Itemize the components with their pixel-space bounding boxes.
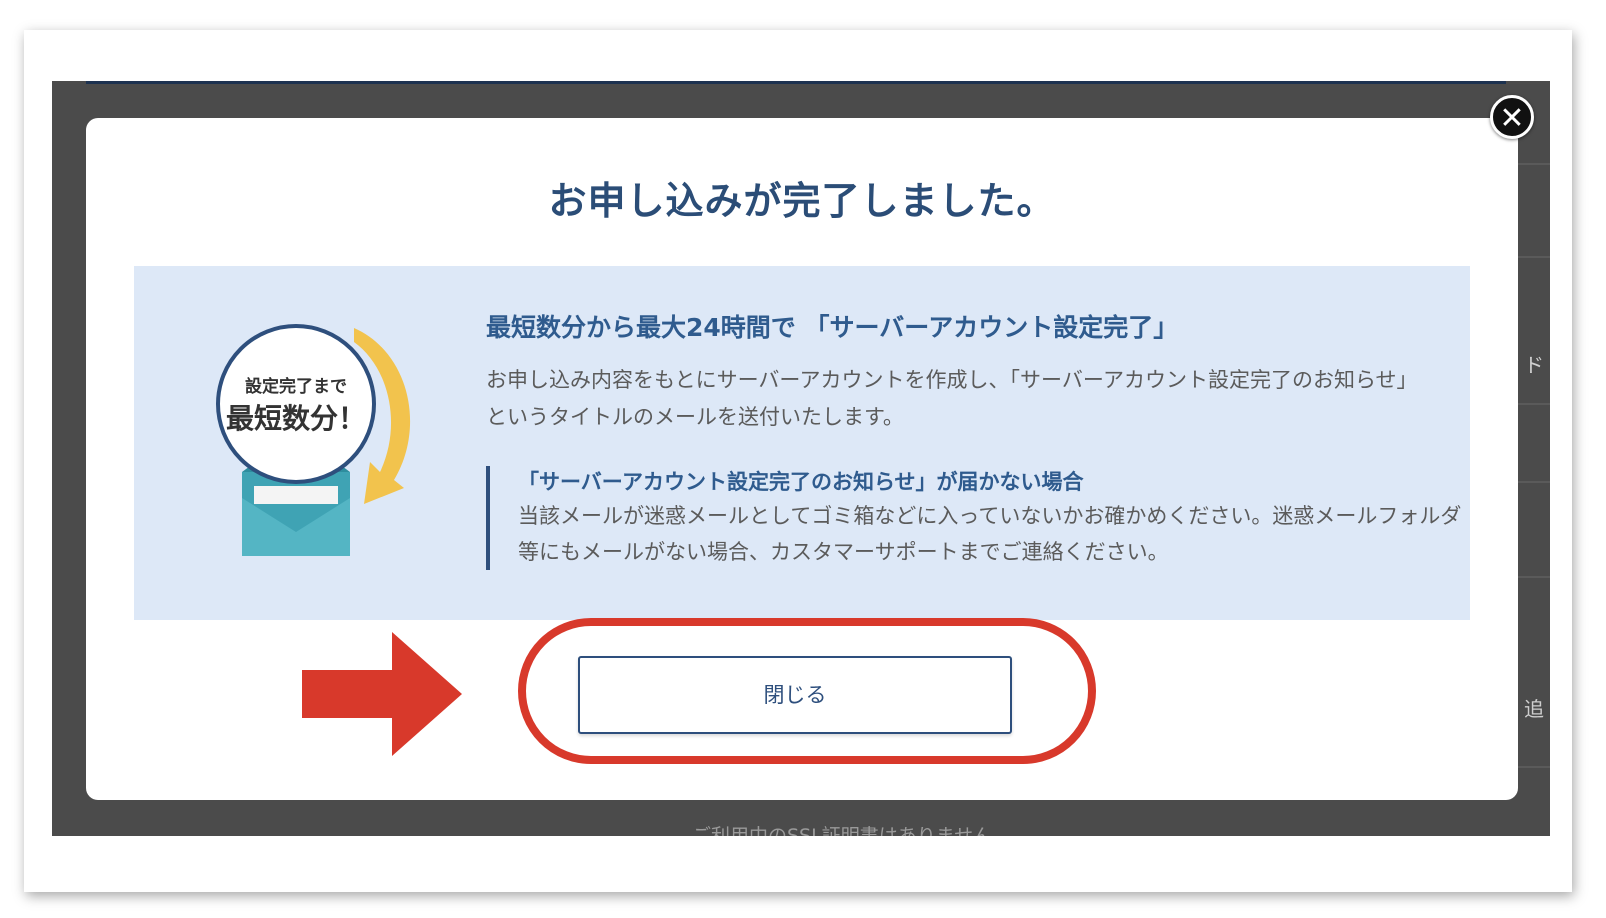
annotation-arrow-icon [302,632,462,756]
badge-line-1: 設定完了まで [245,376,347,397]
background-text: 追 [1524,697,1544,721]
highlight-annotation-ring [518,618,1096,764]
background-divider [1514,403,1550,405]
notice-body: 当該メールが迷惑メールとしてゴミ箱などに入っていないかお確かめください。迷惑メー… [518,504,1462,564]
background-footer-text: ご利用中のSSL証明書はありません [692,825,993,836]
panel-body-text: お申し込み内容をもとにサーバーアカウントを作成し、「サーバーアカウント設定完了の… [486,368,1418,429]
envelope-letter [254,486,338,504]
mail-badge-illustration: 設定完了まで 最短数分！ [216,324,411,556]
notice-title: 「サーバーアカウント設定完了のお知らせ」が届かない場合 [518,470,1084,494]
background-divider [1514,576,1550,578]
background-divider [1514,256,1550,258]
modal-title: お申し込みが完了しました。 [548,179,1056,223]
background-divider [1514,163,1550,165]
background-divider [1514,481,1550,483]
background-header-line [86,81,1506,84]
badge-line-2: 最短数分！ [226,402,366,435]
notice-block: 「サーバーアカウント設定完了のお知らせ」が届かない場合 当該メールが迷惑メールと… [486,466,1478,570]
panel-heading: 最短数分から最大24時間で 「サーバーアカウント設定完了」 [486,313,1179,342]
background-divider [1514,766,1550,768]
close-icon[interactable]: ✕ [1490,95,1534,139]
background-text: ド [1524,353,1544,377]
info-panel: 設定完了まで 最短数分！ 最短数分から最大24時間で 「サーバーアカウント設定完… [134,266,1470,620]
